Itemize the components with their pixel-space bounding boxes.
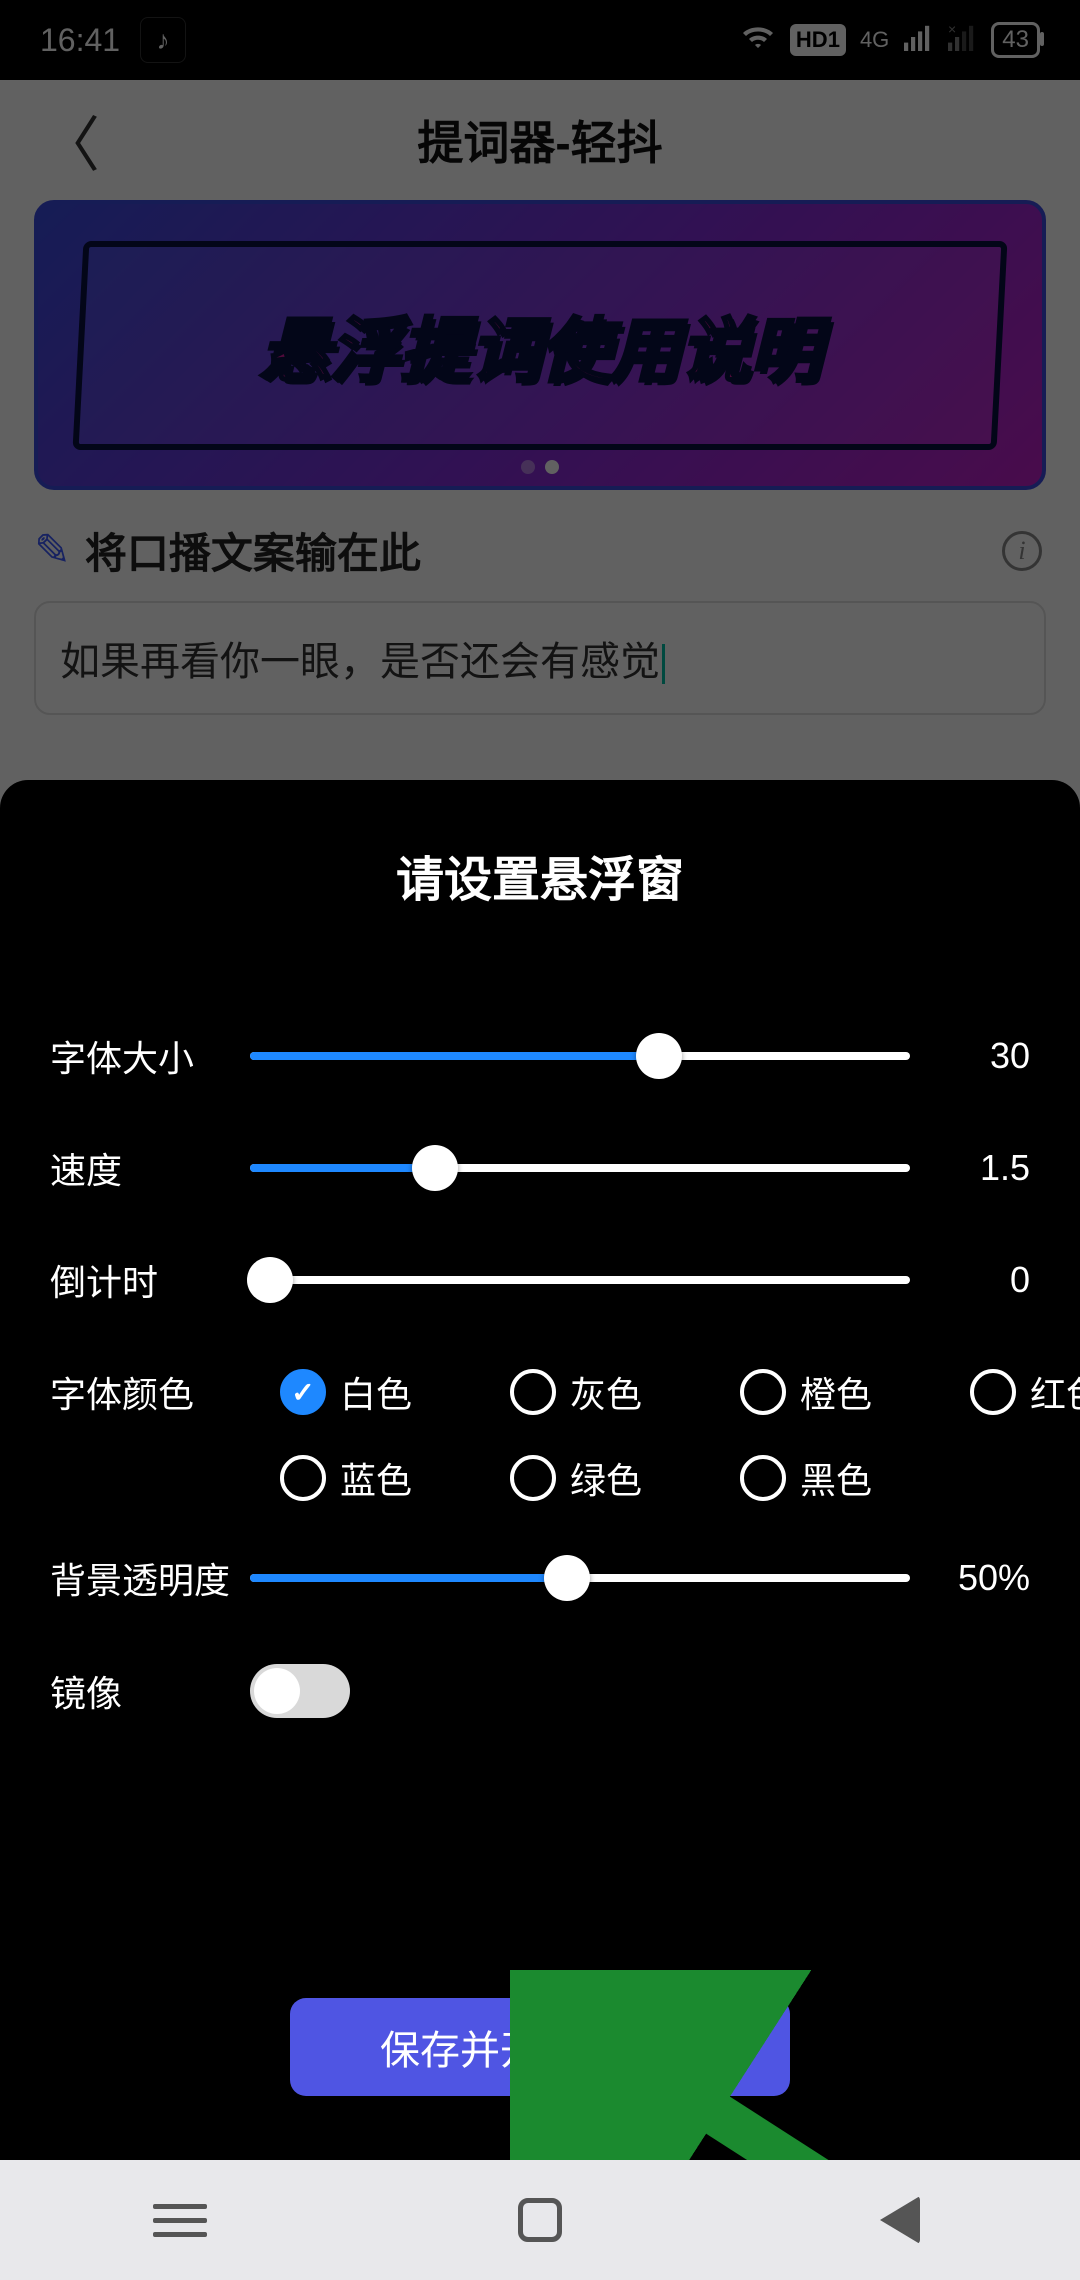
sheet-title: 请设置悬浮窗 bbox=[50, 840, 1030, 910]
radio-icon bbox=[510, 1369, 556, 1415]
color-option-red[interactable]: 红色 bbox=[970, 1366, 1080, 1418]
font-size-value: 30 bbox=[910, 1035, 1030, 1077]
radio-icon bbox=[740, 1369, 786, 1415]
countdown-row: 倒计时 0 bbox=[50, 1254, 1030, 1306]
system-nav-bar bbox=[0, 2160, 1080, 2280]
font-color-section: 字体颜色 白色 灰色 橙色 红色 蓝色 bbox=[50, 1366, 1030, 1504]
color-option-orange[interactable]: 橙色 bbox=[740, 1366, 940, 1418]
countdown-slider[interactable] bbox=[250, 1276, 910, 1284]
color-option-green[interactable]: 绿色 bbox=[510, 1452, 710, 1504]
nav-home[interactable] bbox=[510, 2198, 570, 2242]
color-option-white[interactable]: 白色 bbox=[280, 1366, 480, 1418]
radio-icon bbox=[970, 1369, 1016, 1415]
font-size-row: 字体大小 30 bbox=[50, 1030, 1030, 1082]
settings-sheet: 请设置悬浮窗 字体大小 30 速度 1.5 倒计时 0 字体颜色 白色 bbox=[0, 780, 1080, 2160]
countdown-label: 倒计时 bbox=[50, 1254, 250, 1306]
font-size-slider[interactable] bbox=[250, 1052, 910, 1060]
opacity-value: 50% bbox=[910, 1557, 1030, 1599]
speed-value: 1.5 bbox=[910, 1147, 1030, 1189]
color-option-gray[interactable]: 灰色 bbox=[510, 1366, 710, 1418]
font-color-label: 字体颜色 bbox=[50, 1366, 250, 1418]
mirror-row: 镜像 bbox=[50, 1664, 1030, 1718]
opacity-row: 背景透明度 50% bbox=[50, 1552, 1030, 1604]
mirror-label: 镜像 bbox=[50, 1665, 250, 1717]
speed-label: 速度 bbox=[50, 1142, 250, 1194]
countdown-value: 0 bbox=[910, 1259, 1030, 1301]
radio-icon bbox=[740, 1455, 786, 1501]
nav-recent[interactable] bbox=[150, 2198, 210, 2242]
color-option-black[interactable]: 黑色 bbox=[740, 1452, 940, 1504]
opacity-slider[interactable] bbox=[250, 1574, 910, 1582]
mirror-toggle[interactable] bbox=[250, 1664, 350, 1718]
font-size-label: 字体大小 bbox=[50, 1030, 250, 1082]
speed-slider[interactable] bbox=[250, 1164, 910, 1172]
save-button[interactable]: 保存并开启悬浮窗 bbox=[290, 1998, 790, 2096]
radio-icon bbox=[510, 1455, 556, 1501]
opacity-label: 背景透明度 bbox=[50, 1552, 250, 1604]
color-option-blue[interactable]: 蓝色 bbox=[280, 1452, 480, 1504]
radio-icon bbox=[280, 1369, 326, 1415]
nav-back[interactable] bbox=[870, 2198, 930, 2242]
radio-icon bbox=[280, 1455, 326, 1501]
speed-row: 速度 1.5 bbox=[50, 1142, 1030, 1194]
